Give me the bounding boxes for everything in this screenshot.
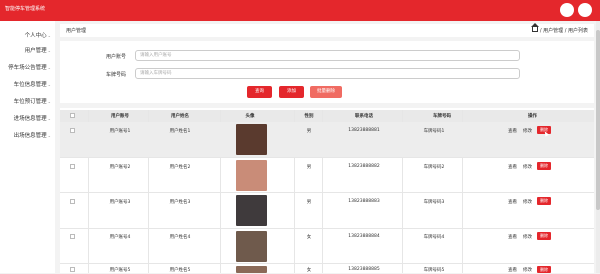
sidebar-item-label: 停车场公告管理 bbox=[8, 65, 47, 71]
row-checkbox[interactable] bbox=[70, 234, 75, 239]
sidebar-item-exits[interactable]: 出场信息管理⌄ bbox=[0, 131, 55, 139]
name-cell: 用户姓名1 bbox=[169, 129, 191, 134]
chevron-down-icon: ⌄ bbox=[47, 116, 51, 121]
column-header[interactable]: 用户姓名 bbox=[150, 113, 210, 119]
account-cell: 用户账号4 bbox=[109, 235, 131, 240]
breadcrumb: / 用户管理 / 用户列表 bbox=[530, 23, 588, 34]
chevron-down-icon: ⌄ bbox=[47, 65, 51, 70]
sidebar-item-users[interactable]: 用户管理⌄ bbox=[0, 46, 55, 54]
edit-button[interactable]: 修改 bbox=[523, 267, 532, 273]
edit-button[interactable]: 修改 bbox=[523, 234, 532, 240]
edit-button[interactable]: 修改 bbox=[523, 164, 532, 170]
delete-button[interactable]: 删除 bbox=[537, 162, 551, 170]
plate-cell: 车牌号码3 bbox=[423, 200, 445, 205]
column-header: 操作 bbox=[528, 114, 537, 119]
edit-button[interactable]: 修改 bbox=[523, 199, 532, 205]
sidebar bbox=[0, 21, 55, 273]
avatar bbox=[236, 231, 267, 262]
column-header: 头像 bbox=[245, 114, 255, 119]
sidebar-item-notices[interactable]: 停车场公告管理⌄ bbox=[0, 63, 55, 71]
view-button[interactable]: 查看 bbox=[508, 128, 517, 134]
avatar bbox=[236, 124, 267, 155]
chevron-down-icon: ⌄ bbox=[47, 48, 51, 53]
delete-button[interactable]: 删除 bbox=[537, 197, 551, 205]
gender-cell: 女 bbox=[306, 268, 312, 273]
account-cell: 用户账号3 bbox=[109, 200, 131, 205]
row-checkbox[interactable] bbox=[70, 267, 75, 272]
row-checkbox[interactable] bbox=[70, 128, 75, 133]
plate-cell: 车牌号码1 bbox=[423, 129, 445, 134]
avatar bbox=[236, 160, 267, 191]
sidebar-item-entries[interactable]: 进场信息管理⌄ bbox=[0, 114, 55, 122]
sidebar-item-label: 车位预订管理 bbox=[13, 99, 47, 105]
gender-cell: 男 bbox=[306, 200, 312, 205]
account-cell: 用户账号5 bbox=[109, 268, 131, 273]
phone-cell: 13823888884 bbox=[348, 234, 380, 239]
edit-button[interactable]: 修改 bbox=[523, 128, 532, 134]
column-header[interactable]: 用户账号 bbox=[90, 113, 150, 119]
account-cell: 用户账号1 bbox=[109, 129, 131, 134]
sidebar-item-label: 出场信息管理 bbox=[13, 133, 47, 139]
gender-cell: 男 bbox=[306, 165, 312, 170]
avatar bbox=[236, 266, 267, 273]
sidebar-item-label: 个人中心 bbox=[24, 33, 47, 39]
query-button[interactable]: 查询 bbox=[247, 86, 272, 98]
sidebar-item-label: 用户管理 bbox=[24, 48, 47, 54]
row-checkbox[interactable] bbox=[70, 164, 75, 169]
phone-cell: 13823888881 bbox=[348, 128, 380, 133]
gender-cell: 男 bbox=[306, 129, 312, 134]
sidebar-item-profile[interactable]: 个人中心⌄ bbox=[0, 31, 55, 39]
account-cell: 用户账号2 bbox=[109, 165, 131, 170]
row-checkbox[interactable] bbox=[70, 199, 75, 204]
view-button[interactable]: 查看 bbox=[508, 164, 517, 170]
phone-cell: 13823888882 bbox=[348, 164, 380, 169]
select-all-checkbox[interactable] bbox=[70, 113, 75, 118]
delete-button[interactable]: 删除 bbox=[537, 232, 551, 240]
scrollbar-thumb[interactable] bbox=[596, 30, 600, 210]
column-header[interactable]: 车牌号码 bbox=[402, 113, 482, 119]
plate-cell: 车牌号码5 bbox=[423, 268, 445, 273]
chevron-down-icon: ⌄ bbox=[47, 99, 51, 104]
plate-label: 车牌号码 bbox=[105, 72, 126, 78]
plate-input[interactable]: 请输入车牌号码 bbox=[135, 68, 520, 79]
sidebar-item-spaces[interactable]: 车位信息管理⌄ bbox=[0, 80, 55, 88]
column-header[interactable]: 性别 bbox=[294, 113, 324, 119]
account-input[interactable]: 请输入用户账号 bbox=[135, 50, 520, 61]
sidebar-item-bookings[interactable]: 车位预订管理⌄ bbox=[0, 97, 55, 105]
phone-cell: 13823888885 bbox=[348, 267, 380, 272]
column-header[interactable]: 联系电话 bbox=[324, 113, 404, 119]
delete-button[interactable]: 删除 bbox=[537, 266, 551, 273]
name-cell: 用户姓名5 bbox=[169, 268, 191, 273]
view-button[interactable]: 查看 bbox=[508, 199, 517, 205]
view-button[interactable]: 查看 bbox=[508, 234, 517, 240]
account-label: 用户账号 bbox=[105, 54, 126, 60]
view-button[interactable]: 查看 bbox=[508, 267, 517, 273]
chevron-down-icon: ⌄ bbox=[47, 33, 51, 38]
breadcrumb-bar: 用户管理 / 用户管理 / 用户列表 bbox=[60, 23, 594, 37]
avatar-button[interactable] bbox=[560, 3, 574, 17]
name-cell: 用户姓名4 bbox=[169, 235, 191, 240]
sidebar-item-label: 进场信息管理 bbox=[13, 116, 47, 122]
plate-cell: 车牌号码2 bbox=[423, 165, 445, 170]
top-bar bbox=[0, 0, 600, 21]
name-cell: 用户姓名3 bbox=[169, 200, 191, 205]
logout-button[interactable] bbox=[578, 3, 592, 17]
table-header: 用户账号 用户姓名 头像 性别 联系电话 车牌号码 操作 bbox=[60, 110, 594, 122]
app-title: 智能停车管理系统 bbox=[5, 6, 46, 12]
avatar bbox=[236, 195, 267, 226]
add-button[interactable]: 添加 bbox=[279, 86, 304, 98]
plate-cell: 车牌号码4 bbox=[423, 235, 445, 240]
sidebar-item-label: 车位信息管理 bbox=[13, 82, 47, 88]
chevron-down-icon: ⌄ bbox=[47, 82, 51, 87]
phone-cell: 13823888883 bbox=[348, 199, 380, 204]
name-cell: 用户姓名2 bbox=[169, 165, 191, 170]
home-icon[interactable] bbox=[530, 23, 539, 32]
chevron-down-icon: ⌄ bbox=[47, 133, 51, 138]
gender-cell: 女 bbox=[306, 235, 312, 240]
batch-delete-button[interactable]: 批量删除 bbox=[310, 86, 342, 98]
page-title: 用户管理 bbox=[66, 28, 87, 34]
breadcrumb-path[interactable]: / 用户管理 / 用户列表 bbox=[540, 28, 588, 34]
